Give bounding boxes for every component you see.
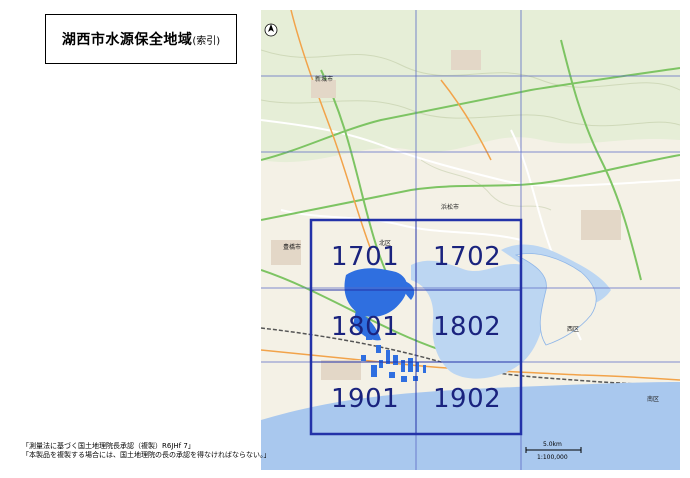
place-kita-ku: 北区 xyxy=(379,240,392,247)
survey-note-line: 「測量法に基づく国土地理院長承認（複製）R6JHf 7」 xyxy=(22,442,195,450)
grid-cell-1702[interactable]: 1702 xyxy=(433,244,501,270)
grid-cell-1902[interactable]: 1902 xyxy=(433,386,501,412)
survey-notes: 「測量法に基づく国土地理院長承認（複製）R6JHf 7」 「本製品を複製する場合… xyxy=(22,442,271,460)
map-title: 湖西市水源保全地域 xyxy=(61,32,193,48)
place-toyohashi: 豊橋市 xyxy=(283,244,302,251)
grid-cell-1801[interactable]: 1801 xyxy=(331,314,399,340)
place-hamamatsu: 浜松市 xyxy=(441,204,460,211)
survey-note-line: 「本製品を複製する場合には、国土地理院の長の承認を得なければならない。」 xyxy=(22,451,271,459)
grid-cell-1802[interactable]: 1802 xyxy=(433,314,501,340)
place-minami-ku: 南区 xyxy=(647,396,660,403)
map-title-suffix: (索引) xyxy=(192,35,221,47)
place-nishi-ku: 西区 xyxy=(567,326,580,333)
north-arrow-icon xyxy=(264,23,278,37)
scale-distance: 5.0km xyxy=(543,441,562,448)
index-map[interactable]: 1701 1702 1801 1802 1901 1902 新城市 浜松市 豊橋… xyxy=(261,10,680,470)
grid-cell-1701[interactable]: 1701 xyxy=(331,244,399,270)
title-box: 湖西市水源保全地域 (索引) xyxy=(45,14,237,64)
grid-cell-1901[interactable]: 1901 xyxy=(331,386,399,412)
place-shinshiro: 新城市 xyxy=(315,76,334,83)
scale-ratio: 1:100,000 xyxy=(537,454,568,461)
